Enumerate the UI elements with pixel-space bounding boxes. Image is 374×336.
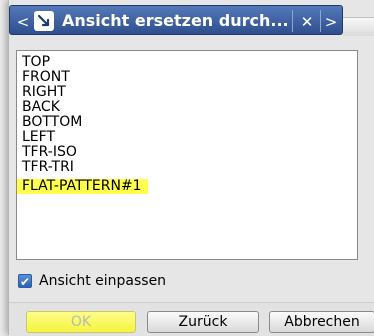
list-item-flat-pattern[interactable]: FLAT-PATTERN#1: [17, 179, 148, 194]
dialog-panel: < Ansicht ersetzen durch... ✕ > TOP FRON…: [8, 0, 374, 336]
fit-view-checkbox[interactable]: ✔: [18, 274, 32, 289]
dialog-footer: OK Zurück Abbrechen: [9, 302, 374, 336]
chevron-right-icon[interactable]: >: [322, 12, 340, 32]
dialog-title: Ansicht ersetzen durch...: [62, 11, 289, 30]
list-item-right[interactable]: RIGHT: [17, 85, 357, 100]
title-separator: [320, 10, 321, 32]
list-item-front[interactable]: FRONT: [17, 70, 357, 85]
fit-view-label: Ansicht einpassen: [39, 273, 167, 289]
list-item-tfr-iso[interactable]: TFR-ISO: [17, 145, 357, 160]
list-item-bottom[interactable]: BOTTOM: [17, 115, 357, 130]
list-item-tfr-tri[interactable]: TFR-TRI: [17, 160, 357, 175]
list-item-top[interactable]: TOP: [17, 55, 357, 70]
title-separator: [292, 10, 293, 32]
fit-view-option[interactable]: ✔ Ansicht einpassen: [18, 271, 166, 291]
back-button[interactable]: Zurück: [147, 311, 259, 333]
close-icon[interactable]: ✕: [298, 12, 316, 32]
pin-icon[interactable]: [34, 11, 54, 31]
checkmark-icon: ✔: [19, 275, 31, 289]
list-item-back[interactable]: BACK: [17, 100, 357, 115]
dialog-header: < Ansicht ersetzen durch... ✕ >: [9, 5, 374, 39]
cancel-button[interactable]: Abbrechen: [269, 311, 374, 333]
ok-button[interactable]: OK: [26, 311, 136, 333]
title-bar: < Ansicht ersetzen durch... ✕ >: [9, 5, 343, 35]
list-item-left[interactable]: LEFT: [17, 130, 357, 145]
view-listbox[interactable]: TOP FRONT RIGHT BACK BOTTOM LEFT TFR-ISO…: [16, 50, 358, 260]
header-tail: [343, 17, 374, 36]
chevron-left-icon[interactable]: <: [16, 12, 30, 32]
